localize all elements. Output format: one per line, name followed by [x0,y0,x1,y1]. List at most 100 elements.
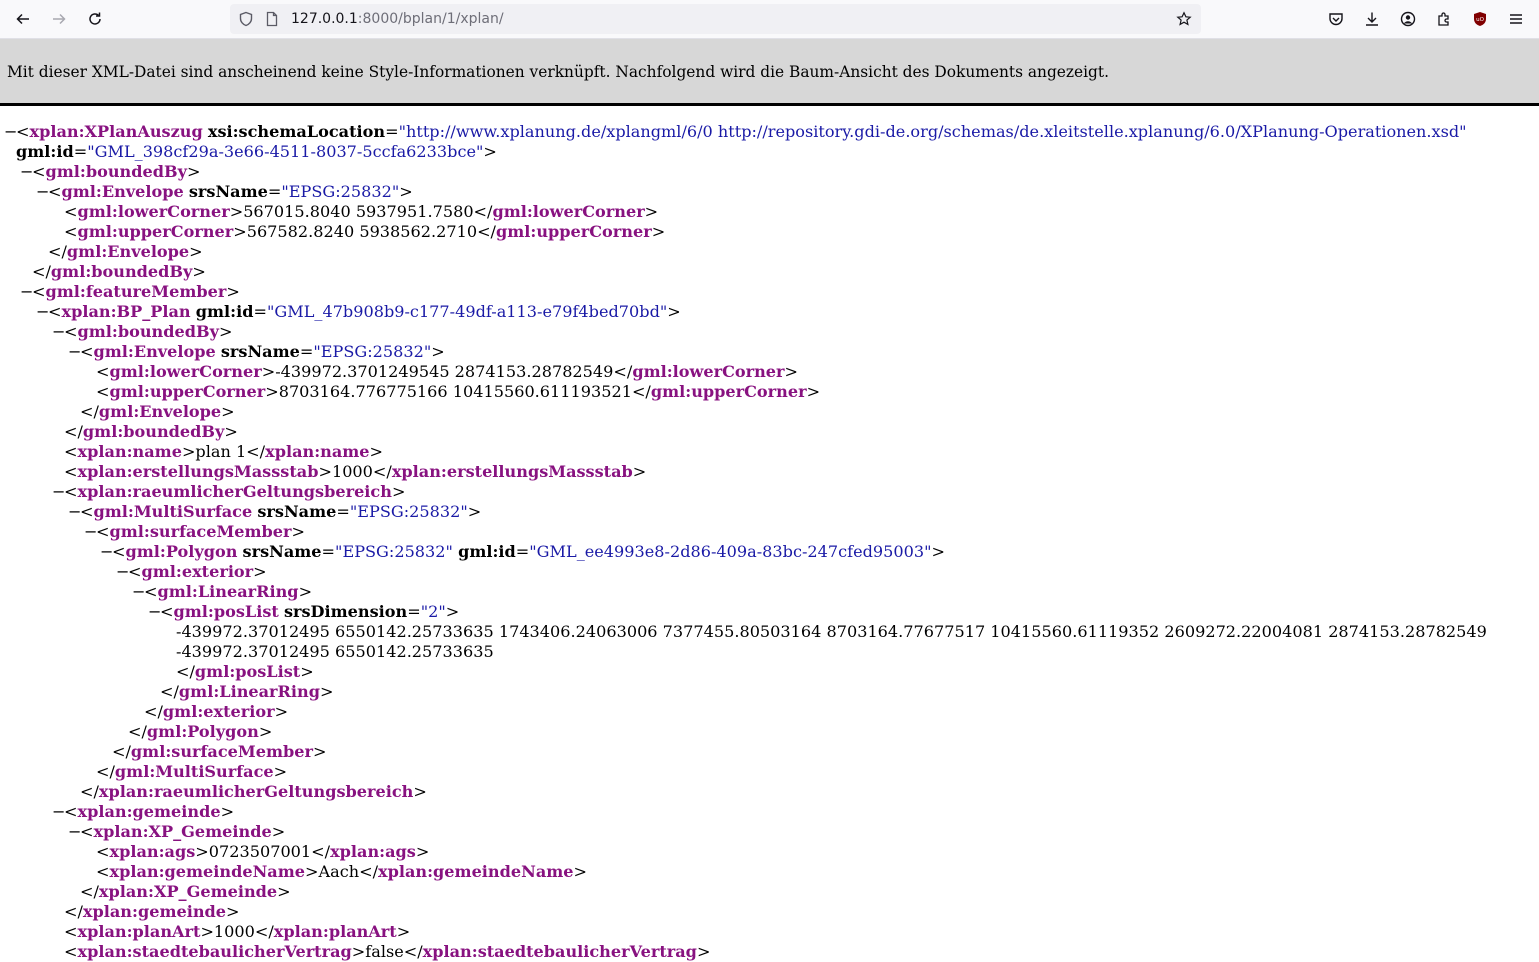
xml-text: > [192,262,206,281]
xml-line: − <gml:Polygon srsName="EPSG:25832" gml:i… [0,542,1539,562]
collapse-toggle[interactable]: − [148,602,162,622]
xml-text: < [128,562,142,581]
xml-attribute-name: srsName [188,182,268,201]
svg-text:uO: uO [1476,17,1484,23]
xml-text: < [64,222,78,241]
xml-tag-name: xplan:name [265,442,370,461]
pocket-button[interactable] [1321,4,1351,34]
xml-line: </xplan:XP_Gemeinde> [0,882,1539,902]
xml-text: > [312,742,327,761]
xml-tag-name: gml:lowerCorner [109,362,262,381]
xml-text: < [112,542,126,561]
xml-tag-name: xplan:BP_Plan [61,302,191,321]
back-button[interactable] [8,4,38,34]
arrow-right-icon [53,13,66,25]
xml-line: − <gml:boundedBy> [0,162,1539,182]
url-text[interactable]: 127.0.0.1:8000/bplan/1/xplan/ [291,4,504,34]
account-button[interactable] [1393,4,1423,34]
forward-button[interactable] [44,4,74,34]
xml-text: > [651,222,666,241]
collapse-toggle[interactable]: − [36,302,50,322]
shield-icon[interactable] [238,11,254,27]
bookmark-star-icon[interactable] [1176,11,1192,27]
xml-text: </ [176,662,195,681]
reload-button[interactable] [80,4,110,34]
xml-text: < [80,342,94,361]
collapse-toggle[interactable]: − [132,582,146,602]
xml-tree-view: − <xplan:XPlanAuszug xsi:schemaLocation="… [0,106,1539,962]
xml-line: − <xplan:XP_Gemeinde> [0,822,1539,842]
xml-tag-name: gml:MultiSurface [114,762,274,781]
collapse-toggle[interactable]: − [52,482,66,502]
xml-text: < [16,122,30,141]
xml-line: </gml:exterior> [0,702,1539,722]
extensions-button[interactable] [1429,4,1459,34]
xml-text: >567015.8040 5937951.7580</ [229,202,493,221]
xml-tag-name: xplan:gemeinde [82,902,227,921]
xml-text: > [271,822,286,841]
ublock-button[interactable]: uO [1465,4,1495,34]
xml-tag-name: gml:Polygon [125,542,238,561]
collapse-toggle[interactable]: − [36,182,50,202]
address-bar[interactable]: 127.0.0.1:8000/bplan/1/xplan/ [230,4,1201,34]
xml-line: <xplan:ags>0723507001</xplan:ags> [0,842,1539,862]
xml-tag-name: gml:posList [194,662,301,681]
xml-attribute-name: gml:id [195,302,254,321]
xml-tag-name: xplan:planArt [273,922,397,941]
collapse-toggle[interactable]: − [20,282,34,302]
collapse-toggle[interactable]: − [100,542,114,562]
xml-line: <gml:upperCorner>8703164.776775166 10415… [0,382,1539,402]
xml-attribute-name: srsName [257,502,337,521]
xml-tag-name: gml:lowerCorner [492,202,645,221]
xml-text: < [64,942,78,961]
xml-attribute-value: "EPSG:25832" [313,342,432,361]
xml-attribute-value: "2" [420,602,446,621]
collapse-toggle[interactable]: − [68,502,82,522]
xml-text: > [189,242,203,261]
xml-tag-name: gml:surfaceMember [130,742,313,761]
xml-attribute-name: gml:id [458,542,516,561]
downloads-button[interactable] [1357,4,1387,34]
xml-attribute-value: "GML_ee4993e8-2d86-409a-83bc-247cfed9500… [529,542,932,561]
xml-tag-name: gml:LinearRing [178,682,320,701]
xml-tag-name: gml:Envelope [61,182,184,201]
collapse-toggle[interactable]: − [20,162,34,182]
xml-tag-name: gml:upperCorner [77,222,234,241]
xml-text: > [415,842,430,861]
xml-line: − <xplan:BP_Plan gml:id="GML_47b908b9-c17… [0,302,1539,322]
page-icon[interactable] [264,11,280,27]
xml-text: > [644,202,659,221]
pocket-icon [1329,13,1343,26]
xml-line: -439972.37012495 6550142.25733635 [0,642,1539,662]
xml-text: > [696,942,711,961]
xml-tag-name: gml:boundedBy [77,322,219,341]
xml-tag-name: gml:Polygon [146,722,259,741]
xml-text: > [931,542,946,561]
xml-text: </ [32,262,51,281]
xml-text: > [226,902,240,921]
xml-attribute-value: "http://www.xplanung.de/xplangml/6/0 htt… [398,122,1467,141]
collapse-toggle[interactable]: − [116,562,130,582]
xml-text: </ [96,762,115,781]
xml-text: > [467,502,482,521]
xml-tag-name: xplan:gemeindeName [109,862,306,881]
xml-text: > [399,182,413,201]
collapse-toggle[interactable]: − [84,522,98,542]
menu-button[interactable] [1501,4,1531,34]
xml-tag-name: gml:boundedBy [82,422,225,441]
xml-line: <xplan:gemeindeName>Aach</xplan:gemeinde… [0,862,1539,882]
xml-tag-name: gml:Envelope [98,402,222,421]
xml-text: < [32,282,46,301]
collapse-toggle[interactable]: − [68,342,82,362]
collapse-toggle[interactable]: − [52,802,66,822]
xml-tag-name: xplan:gemeinde [77,802,221,821]
collapse-toggle[interactable]: − [52,322,66,342]
arrow-left-icon [16,13,29,25]
xml-tag-name: gml:exterior [141,562,254,581]
collapse-toggle[interactable]: − [4,122,18,142]
xml-text: > [253,562,267,581]
xml-tag-name: gml:featureMember [45,282,227,301]
xml-text: < [64,482,78,501]
collapse-toggle[interactable]: − [68,822,82,842]
xml-text: -439972.37012495 6550142.25733635 [176,642,494,661]
